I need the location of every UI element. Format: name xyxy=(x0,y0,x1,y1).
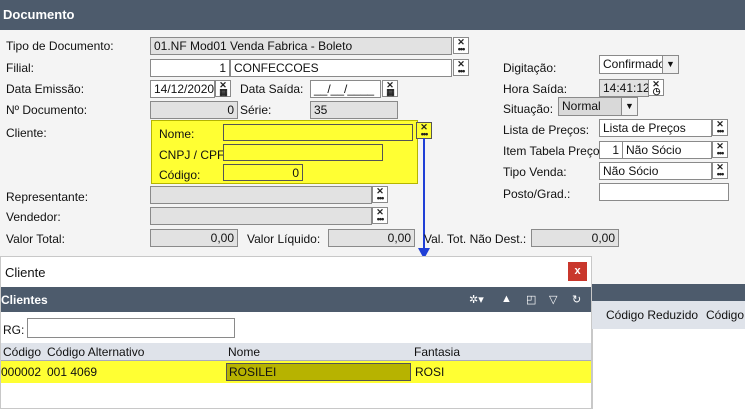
nome-label: Nome: xyxy=(159,127,195,141)
vendedor-label: Vendedor: xyxy=(6,210,61,224)
serie-field: 35 xyxy=(310,101,398,119)
col-header-fantasia[interactable]: Fantasia xyxy=(414,345,460,359)
background-grid-header xyxy=(592,284,745,301)
data-saida-calendar-icon[interactable]: ✕ ▦ xyxy=(382,80,398,97)
valor-liquido-field: 0,00 xyxy=(328,229,415,247)
rg-label: RG: xyxy=(3,323,25,337)
nome-field[interactable] xyxy=(223,124,413,141)
col-header-nome[interactable]: Nome xyxy=(228,345,260,359)
hora-saida-clock-icon[interactable]: ✕ ◷ xyxy=(648,79,664,96)
lista-precos-lookup-icon[interactable]: ✕ ••• xyxy=(712,119,728,136)
vendedor-field[interactable] xyxy=(150,207,372,225)
posto-grad-field[interactable] xyxy=(599,183,729,201)
representante-lookup-icon[interactable]: ✕ ••• xyxy=(372,186,388,203)
clientes-title: Clientes xyxy=(1,293,48,307)
refresh-icon[interactable]: ↻ xyxy=(572,293,581,306)
data-saida-label: Data Saída: xyxy=(240,82,304,96)
cnpj-field[interactable] xyxy=(223,144,383,161)
digitacao-value: Confirmado xyxy=(603,57,666,71)
col-header-codigo-alternativo[interactable]: Código Alternativo xyxy=(47,345,144,359)
filial-name-field: CONFECCOES xyxy=(230,59,452,77)
item-tabela-preco-label: Item Tabela Preço: xyxy=(503,144,603,158)
data-emissao-field[interactable]: 14/12/2020 xyxy=(150,80,215,98)
n-documento-field: 0 xyxy=(150,101,238,119)
cliente-lookup-icon[interactable]: ✕ ••• xyxy=(416,122,432,139)
tipo-documento-lookup-icon[interactable]: ✕ ••• xyxy=(453,37,469,54)
digitacao-select[interactable]: Confirmado ▼ xyxy=(599,55,679,74)
cliente-dialog: Cliente x Clientes ✲▾ ▲ ◰ ▽ ↻ RG: Código… xyxy=(0,256,592,409)
data-saida-field[interactable]: __/__/____ xyxy=(310,80,381,98)
representante-label: Representante: xyxy=(6,190,89,204)
col-codigo-reduzido[interactable]: Código Reduzido xyxy=(606,308,698,322)
cnpj-label: CNPJ / CPF: xyxy=(159,148,228,162)
header-title: Documento xyxy=(3,7,75,22)
filter-icon[interactable]: ▽ xyxy=(549,293,557,306)
data-emissao-calendar-icon[interactable]: ✕ ▦ xyxy=(215,80,231,97)
codigo-label: Código: xyxy=(159,168,201,182)
posto-grad-label: Posto/Grad.: xyxy=(503,187,571,201)
document-header: Documento xyxy=(0,0,745,30)
filial-code-field[interactable]: 1 xyxy=(150,59,230,77)
clientes-grid-header: Código Código Alternativo Nome Fantasia xyxy=(1,343,591,361)
lista-precos-field[interactable]: Lista de Preços xyxy=(599,119,712,137)
col-header-codigo[interactable]: Código xyxy=(3,345,41,359)
cell-codigo: 000002 xyxy=(1,365,42,379)
close-button[interactable]: x xyxy=(568,262,587,281)
vendedor-lookup-icon[interactable]: ✕ ••• xyxy=(372,207,388,224)
cell-codigo-alternativo: 001 4069 xyxy=(47,365,98,379)
filial-lookup-icon[interactable]: ✕ ••• xyxy=(453,59,469,76)
hora-saida-label: Hora Saída: xyxy=(503,82,568,96)
digitacao-label: Digitação: xyxy=(503,61,557,75)
col-codigo[interactable]: Código xyxy=(706,308,744,322)
filial-label: Filial: xyxy=(6,61,35,75)
situacao-label: Situação: xyxy=(503,102,554,116)
val-tot-nao-dest-field: 0,00 xyxy=(531,229,619,247)
lista-precos-label: Lista de Preços: xyxy=(503,123,590,137)
tipo-venda-label: Tipo Venda: xyxy=(503,165,567,179)
cell-nome[interactable]: ROSILEI xyxy=(226,363,411,381)
situacao-value: Normal xyxy=(562,99,601,113)
rg-search-input[interactable] xyxy=(27,318,235,338)
valor-liquido-label: Valor Líquido: xyxy=(247,232,321,246)
table-row[interactable]: 000002 001 4069 ROSILEI ROSI xyxy=(1,361,591,383)
data-emissao-label: Data Emissão: xyxy=(6,82,85,96)
cell-fantasia: ROSI xyxy=(415,365,445,379)
chevron-down-icon: ▼ xyxy=(662,56,678,73)
n-documento-label: Nº Documento: xyxy=(6,103,88,117)
tipo-venda-lookup-icon[interactable]: ✕ ••• xyxy=(712,162,728,179)
val-tot-nao-dest-label: Val. Tot. Não Dest.: xyxy=(424,232,527,246)
hora-saida-field[interactable]: 14:41:12 xyxy=(599,79,649,97)
item-tabela-preco-lookup-icon[interactable]: ✕ ••• xyxy=(712,141,728,158)
item-tabela-preco-code[interactable]: 1 xyxy=(599,141,623,159)
background-grid-columns: Código Reduzido Código xyxy=(592,301,745,329)
tipo-documento-label: Tipo de Documento: xyxy=(6,39,114,53)
dialog-title: Cliente xyxy=(1,257,591,287)
export-icon[interactable]: ◰ xyxy=(526,293,536,306)
valor-total-label: Valor Total: xyxy=(6,232,65,246)
chevron-down-icon: ▼ xyxy=(621,98,637,115)
item-tabela-preco-name: Não Sócio xyxy=(622,141,712,159)
situacao-select[interactable]: Normal ▼ xyxy=(558,97,638,116)
serie-label: Série: xyxy=(240,103,272,117)
tipo-venda-field[interactable]: Não Sócio xyxy=(599,162,712,180)
collapse-up-icon[interactable]: ▲ xyxy=(501,293,512,305)
cliente-label: Cliente: xyxy=(6,126,47,140)
valor-total-field: 0,00 xyxy=(150,229,238,247)
tipo-documento-field[interactable]: 01.NF Mod01 Venda Fabrica - Boleto xyxy=(150,37,452,55)
representante-field[interactable] xyxy=(150,186,372,204)
codigo-field[interactable]: 0 xyxy=(223,164,303,181)
gear-icon[interactable]: ✲▾ xyxy=(469,293,484,306)
